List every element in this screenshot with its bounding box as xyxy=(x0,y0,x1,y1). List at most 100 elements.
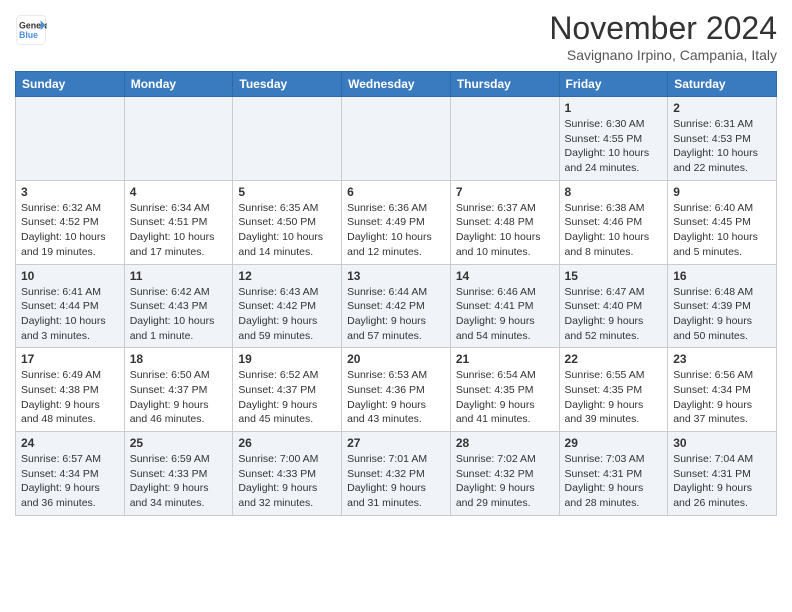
col-header-tuesday: Tuesday xyxy=(233,72,342,97)
day-info: Sunrise: 6:36 AM Sunset: 4:49 PM Dayligh… xyxy=(347,201,445,260)
calendar-cell xyxy=(124,97,233,181)
day-info: Sunrise: 6:41 AM Sunset: 4:44 PM Dayligh… xyxy=(21,285,119,344)
calendar-cell: 21Sunrise: 6:54 AM Sunset: 4:35 PM Dayli… xyxy=(450,348,559,432)
day-number: 4 xyxy=(130,185,228,199)
day-info: Sunrise: 6:42 AM Sunset: 4:43 PM Dayligh… xyxy=(130,285,228,344)
col-header-monday: Monday xyxy=(124,72,233,97)
day-info: Sunrise: 6:40 AM Sunset: 4:45 PM Dayligh… xyxy=(673,201,771,260)
calendar-cell: 23 Sunrise: 6:56 AM Sunset: 4:34 PM Dayli… xyxy=(668,348,777,432)
calendar-cell: 29 Sunrise: 7:03 AM Sunset: 4:31 PM Dayli… xyxy=(559,432,668,516)
day-info: Sunrise: 7:04 AM Sunset: 4:31 PM Dayligh… xyxy=(673,452,771,511)
day-info: Sunrise: 6:31 AM Sunset: 4:53 PM Dayligh… xyxy=(673,117,771,176)
calendar-week-4: 17Sunrise: 6:49 AM Sunset: 4:38 PM Dayli… xyxy=(16,348,777,432)
day-info: Sunrise: 6:30 AM Sunset: 4:55 PM Dayligh… xyxy=(565,117,663,176)
day-info: Sunrise: 7:03 AM Sunset: 4:31 PM Dayligh… xyxy=(565,452,663,511)
day-number: 3 xyxy=(21,185,119,199)
day-number: 27 xyxy=(347,436,445,450)
calendar-table: SundayMondayTuesdayWednesdayThursdayFrid… xyxy=(15,71,777,516)
day-info: Sunrise: 6:35 AM Sunset: 4:50 PM Dayligh… xyxy=(238,201,336,260)
day-number: 20 xyxy=(347,352,445,366)
day-info: Sunrise: 6:43 AM Sunset: 4:42 PM Dayligh… xyxy=(238,285,336,344)
day-number: 25 xyxy=(130,436,228,450)
day-info: Sunrise: 6:46 AM Sunset: 4:41 PM Dayligh… xyxy=(456,285,554,344)
logo: General Blue xyxy=(15,14,51,46)
day-number: 30 xyxy=(673,436,771,450)
calendar-cell: 4 Sunrise: 6:34 AM Sunset: 4:51 PM Daylig… xyxy=(124,180,233,264)
calendar-cell xyxy=(450,97,559,181)
calendar-cell: 1 Sunrise: 6:30 AM Sunset: 4:55 PM Daylig… xyxy=(559,97,668,181)
col-header-saturday: Saturday xyxy=(668,72,777,97)
day-number: 21 xyxy=(456,352,554,366)
title-section: November 2024 Savignano Irpino, Campania… xyxy=(549,10,777,63)
calendar-cell: 30 Sunrise: 7:04 AM Sunset: 4:31 PM Dayli… xyxy=(668,432,777,516)
day-number: 7 xyxy=(456,185,554,199)
calendar-cell xyxy=(16,97,125,181)
day-number: 15 xyxy=(565,269,663,283)
calendar-cell: 7 Sunrise: 6:37 AM Sunset: 4:48 PM Daylig… xyxy=(450,180,559,264)
day-number: 6 xyxy=(347,185,445,199)
day-info: Sunrise: 6:47 AM Sunset: 4:40 PM Dayligh… xyxy=(565,285,663,344)
day-number: 17 xyxy=(21,352,119,366)
month-title: November 2024 xyxy=(549,10,777,47)
calendar-cell: 11Sunrise: 6:42 AM Sunset: 4:43 PM Dayli… xyxy=(124,264,233,348)
day-info: Sunrise: 6:59 AM Sunset: 4:33 PM Dayligh… xyxy=(130,452,228,511)
day-number: 12 xyxy=(238,269,336,283)
calendar-cell: 26 Sunrise: 7:00 AM Sunset: 4:33 PM Dayli… xyxy=(233,432,342,516)
day-info: Sunrise: 6:38 AM Sunset: 4:46 PM Dayligh… xyxy=(565,201,663,260)
calendar-cell: 5 Sunrise: 6:35 AM Sunset: 4:50 PM Daylig… xyxy=(233,180,342,264)
day-number: 13 xyxy=(347,269,445,283)
calendar-cell: 19 Sunrise: 6:52 AM Sunset: 4:37 PM Dayli… xyxy=(233,348,342,432)
day-number: 19 xyxy=(238,352,336,366)
logo-icon: General Blue xyxy=(15,14,47,46)
day-info: Sunrise: 6:52 AM Sunset: 4:37 PM Dayligh… xyxy=(238,368,336,427)
calendar-week-3: 10 Sunrise: 6:41 AM Sunset: 4:44 PM Dayli… xyxy=(16,264,777,348)
day-number: 5 xyxy=(238,185,336,199)
day-number: 29 xyxy=(565,436,663,450)
day-number: 26 xyxy=(238,436,336,450)
calendar-cell: 25 Sunrise: 6:59 AM Sunset: 4:33 PM Dayli… xyxy=(124,432,233,516)
day-info: Sunrise: 6:53 AM Sunset: 4:36 PM Dayligh… xyxy=(347,368,445,427)
day-info: Sunrise: 7:01 AM Sunset: 4:32 PM Dayligh… xyxy=(347,452,445,511)
page-header: General Blue November 2024 Savignano Irp… xyxy=(15,10,777,63)
col-header-wednesday: Wednesday xyxy=(342,72,451,97)
calendar-cell: 10 Sunrise: 6:41 AM Sunset: 4:44 PM Dayli… xyxy=(16,264,125,348)
day-info: Sunrise: 6:50 AM Sunset: 4:37 PM Dayligh… xyxy=(130,368,228,427)
calendar-cell: 6 Sunrise: 6:36 AM Sunset: 4:49 PM Daylig… xyxy=(342,180,451,264)
day-number: 23 xyxy=(673,352,771,366)
day-info: Sunrise: 6:55 AM Sunset: 4:35 PM Dayligh… xyxy=(565,368,663,427)
col-header-thursday: Thursday xyxy=(450,72,559,97)
day-number: 18 xyxy=(130,352,228,366)
calendar-cell xyxy=(233,97,342,181)
calendar-cell: 28Sunrise: 7:02 AM Sunset: 4:32 PM Dayli… xyxy=(450,432,559,516)
day-info: Sunrise: 6:37 AM Sunset: 4:48 PM Dayligh… xyxy=(456,201,554,260)
day-info: Sunrise: 7:00 AM Sunset: 4:33 PM Dayligh… xyxy=(238,452,336,511)
calendar-cell: 16 Sunrise: 6:48 AM Sunset: 4:39 PM Dayli… xyxy=(668,264,777,348)
calendar-cell: 24Sunrise: 6:57 AM Sunset: 4:34 PM Dayli… xyxy=(16,432,125,516)
calendar-cell: 13Sunrise: 6:44 AM Sunset: 4:42 PM Dayli… xyxy=(342,264,451,348)
calendar-cell: 18 Sunrise: 6:50 AM Sunset: 4:37 PM Dayli… xyxy=(124,348,233,432)
calendar-header-row: SundayMondayTuesdayWednesdayThursdayFrid… xyxy=(16,72,777,97)
day-number: 9 xyxy=(673,185,771,199)
calendar-cell: 20 Sunrise: 6:53 AM Sunset: 4:36 PM Dayli… xyxy=(342,348,451,432)
day-number: 16 xyxy=(673,269,771,283)
day-info: Sunrise: 6:48 AM Sunset: 4:39 PM Dayligh… xyxy=(673,285,771,344)
calendar-cell: 8Sunrise: 6:38 AM Sunset: 4:46 PM Daylig… xyxy=(559,180,668,264)
svg-text:Blue: Blue xyxy=(19,30,38,40)
calendar-cell: 12 Sunrise: 6:43 AM Sunset: 4:42 PM Dayli… xyxy=(233,264,342,348)
day-number: 2 xyxy=(673,101,771,115)
day-number: 10 xyxy=(21,269,119,283)
calendar-cell: 15 Sunrise: 6:47 AM Sunset: 4:40 PM Dayli… xyxy=(559,264,668,348)
col-header-friday: Friday xyxy=(559,72,668,97)
day-number: 28 xyxy=(456,436,554,450)
calendar-cell: 9 Sunrise: 6:40 AM Sunset: 4:45 PM Daylig… xyxy=(668,180,777,264)
day-number: 14 xyxy=(456,269,554,283)
calendar-cell: 14 Sunrise: 6:46 AM Sunset: 4:41 PM Dayli… xyxy=(450,264,559,348)
calendar-cell: 17Sunrise: 6:49 AM Sunset: 4:38 PM Dayli… xyxy=(16,348,125,432)
calendar-cell: 2 Sunrise: 6:31 AM Sunset: 4:53 PM Daylig… xyxy=(668,97,777,181)
day-info: Sunrise: 6:34 AM Sunset: 4:51 PM Dayligh… xyxy=(130,201,228,260)
calendar-week-2: 3Sunrise: 6:32 AM Sunset: 4:52 PM Daylig… xyxy=(16,180,777,264)
day-number: 22 xyxy=(565,352,663,366)
day-number: 1 xyxy=(565,101,663,115)
calendar-cell: 3Sunrise: 6:32 AM Sunset: 4:52 PM Daylig… xyxy=(16,180,125,264)
day-info: Sunrise: 6:56 AM Sunset: 4:34 PM Dayligh… xyxy=(673,368,771,427)
